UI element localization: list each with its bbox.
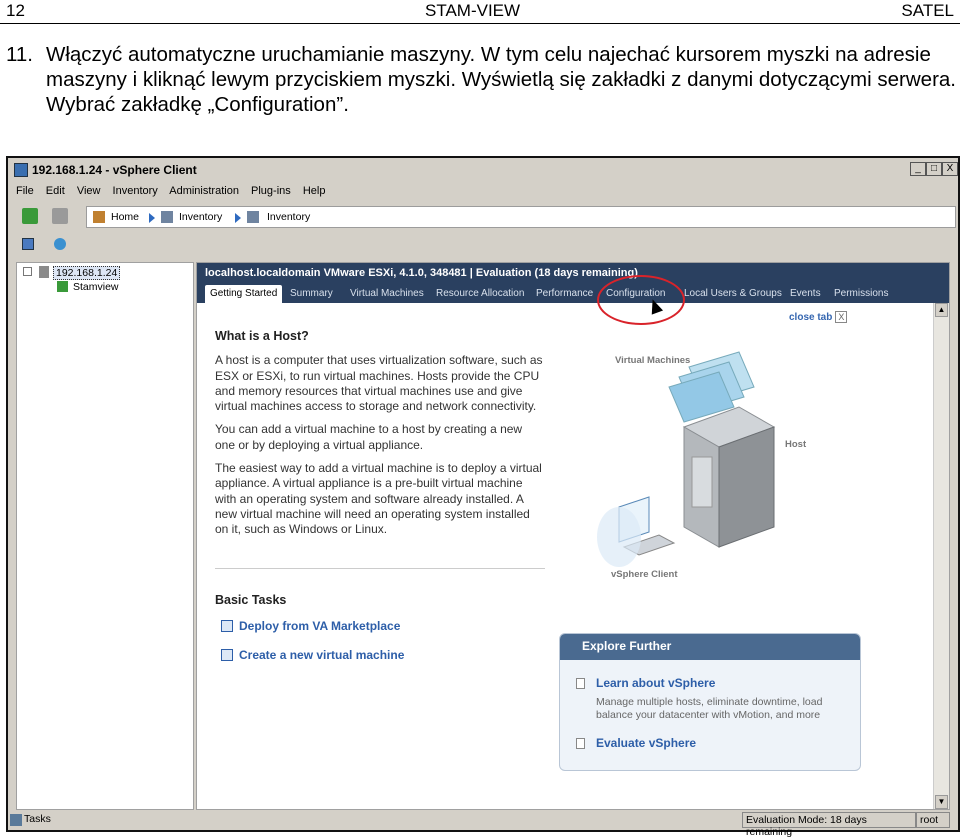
maximize-button[interactable]: □ <box>926 162 942 176</box>
breadcrumb-arrow-icon <box>235 213 241 223</box>
inventory-icon <box>247 211 259 223</box>
inventory-icon <box>161 211 173 223</box>
inventory-tree: 192.168.1.24 Stamview <box>16 262 194 810</box>
task-deploy-label: Deploy from VA Marketplace <box>239 619 401 633</box>
host-header-text: localhost.localdomain VMware ESXi, 4.1.0… <box>205 267 638 279</box>
learn-vsphere-link[interactable]: Learn about vSphere <box>596 676 715 690</box>
tab-virtual-machines[interactable]: Virtual Machines <box>345 285 429 303</box>
task-create-vm[interactable]: Create a new virtual machine <box>221 648 404 662</box>
getting-started-content: What is a Host? A host is a computer tha… <box>215 329 545 546</box>
host-label: Host <box>785 439 807 450</box>
content-paragraph-2: You can add a virtual machine to a host … <box>215 422 523 452</box>
window-title: 192.168.1.24 - vSphere Client <box>32 163 197 177</box>
learn-vsphere-desc: Manage multiple hosts, eliminate downtim… <box>596 696 823 721</box>
server-icon <box>39 266 49 278</box>
main-pane: localhost.localdomain VMware ESXi, 4.1.0… <box>196 262 950 810</box>
breadcrumb-arrow-icon <box>149 213 155 223</box>
tasks-button[interactable]: Tasks <box>24 813 51 825</box>
tab-events[interactable]: Events <box>785 285 826 303</box>
content-heading: What is a Host? <box>215 329 309 343</box>
menu-administration[interactable]: Administration <box>169 185 239 197</box>
tab-getting-started[interactable]: Getting Started <box>205 285 283 303</box>
vertical-scrollbar[interactable]: ▲ ▼ <box>933 303 949 809</box>
page-header: 12 STAM-VIEW SATEL <box>0 0 960 24</box>
forward-icon[interactable] <box>52 208 68 224</box>
vsphere-window: 192.168.1.24 - vSphere Client _ □ X File… <box>6 156 960 838</box>
create-vm-icon <box>221 649 233 661</box>
close-button[interactable]: X <box>942 162 958 176</box>
menu-plugins[interactable]: Plug-ins <box>251 185 291 197</box>
instruction-text: Włączyć automatyczne uruchamianie maszyn… <box>46 43 956 116</box>
title-bar[interactable]: 192.168.1.24 - vSphere Client _ □ X <box>8 158 958 182</box>
breadcrumb-inventory-2[interactable]: Inventory <box>267 211 310 223</box>
scroll-down-icon[interactable]: ▼ <box>935 795 948 809</box>
menu-file[interactable]: File <box>16 185 34 197</box>
basic-tasks-title: Basic Tasks <box>215 593 287 607</box>
server-tower-icon <box>682 406 776 548</box>
close-tab-icon[interactable]: X <box>835 311 848 323</box>
breadcrumb-inventory[interactable]: Inventory <box>179 211 222 223</box>
home-icon <box>93 211 105 223</box>
tree-host[interactable]: 192.168.1.24 <box>53 266 121 280</box>
deploy-icon <box>221 620 233 632</box>
collapse-icon[interactable] <box>23 267 32 276</box>
client-label: vSphere Client <box>611 569 678 580</box>
evaluate-vsphere-link[interactable]: Evaluate vSphere <box>596 736 696 750</box>
menu-edit[interactable]: Edit <box>46 185 65 197</box>
configuration-highlight <box>597 275 685 325</box>
back-icon[interactable] <box>22 208 38 224</box>
instruction-number: 11. <box>6 43 33 66</box>
instruction: 11. Włączyć automatyczne uruchamianie ma… <box>6 42 956 117</box>
vm-icon <box>57 281 68 292</box>
page-number: 12 <box>6 1 25 20</box>
tab-summary[interactable]: Summary <box>285 285 338 303</box>
content-paragraph-1: A host is a computer that uses virtualiz… <box>215 353 543 414</box>
evaluation-status: Evaluation Mode: 18 days remaining <box>742 812 916 838</box>
menu-help[interactable]: Help <box>303 185 326 197</box>
vms-label: Virtual Machines <box>615 355 691 366</box>
app-icon <box>14 163 28 177</box>
menu-inventory[interactable]: Inventory <box>113 185 158 197</box>
navigation-bar: Home Inventory Inventory <box>16 204 956 232</box>
minimize-button[interactable]: _ <box>910 162 926 176</box>
explore-further-panel: Explore Further Learn about vSphere Mana… <box>559 633 861 771</box>
tab-permissions[interactable]: Permissions <box>829 285 893 303</box>
tab-resource-allocation[interactable]: Resource Allocation <box>431 285 529 303</box>
tree-vm[interactable]: Stamview <box>73 281 119 293</box>
host-header: localhost.localdomain VMware ESXi, 4.1.0… <box>197 263 949 303</box>
status-bar: Tasks Evaluation Mode: 18 days remaining… <box>8 810 958 838</box>
task-deploy[interactable]: Deploy from VA Marketplace <box>221 619 400 633</box>
close-tab-link[interactable]: close tab X <box>789 311 848 323</box>
menu-bar: File Edit View Inventory Administration … <box>16 185 334 197</box>
menu-view[interactable]: View <box>77 185 101 197</box>
close-tab-label: close tab <box>789 312 833 323</box>
host-diagram <box>597 351 776 567</box>
task-create-vm-label: Create a new virtual machine <box>239 648 405 662</box>
content-paragraph-3: The easiest way to add a virtual machine… <box>215 461 542 537</box>
refresh-icon[interactable] <box>54 238 66 250</box>
document-icon <box>576 678 585 689</box>
address-bar[interactable]: Home Inventory Inventory <box>86 206 956 228</box>
scroll-up-icon[interactable]: ▲ <box>935 303 948 317</box>
doc-title: STAM-VIEW <box>425 1 521 20</box>
user-status: root <box>916 812 950 828</box>
tab-local-users-groups[interactable]: Local Users & Groups <box>679 285 787 303</box>
tab-performance[interactable]: Performance <box>531 285 598 303</box>
document-icon <box>576 738 585 749</box>
divider <box>215 568 545 569</box>
tasks-icon <box>10 814 22 826</box>
add-host-icon[interactable] <box>22 238 34 250</box>
client-monitor-icon <box>597 496 676 567</box>
breadcrumb-home[interactable]: Home <box>111 211 139 223</box>
brand-name: SATEL <box>901 1 954 20</box>
explore-title: Explore Further <box>560 634 860 660</box>
